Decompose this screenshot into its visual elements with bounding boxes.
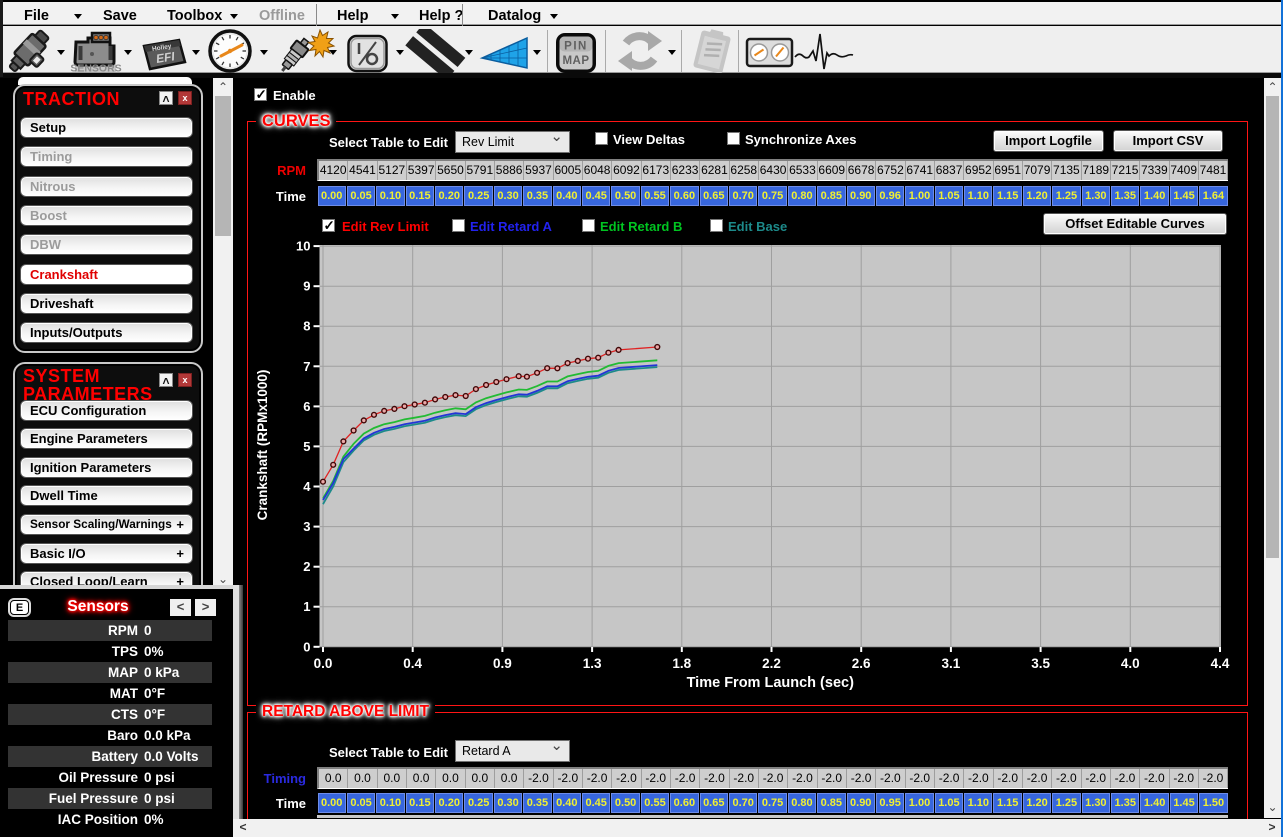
svg-text:PIN: PIN bbox=[564, 41, 588, 53]
svg-text:6: 6 bbox=[303, 399, 310, 414]
svg-text:9: 9 bbox=[303, 279, 310, 294]
svg-text:2.6: 2.6 bbox=[852, 656, 871, 671]
svg-text:0: 0 bbox=[303, 639, 310, 654]
svg-text:EFI: EFI bbox=[155, 49, 176, 66]
svg-text:1.8: 1.8 bbox=[672, 656, 691, 671]
svg-text:4: 4 bbox=[303, 479, 311, 494]
svg-text:1: 1 bbox=[303, 599, 310, 614]
svg-text:4.0: 4.0 bbox=[1121, 656, 1140, 671]
svg-text:0.9: 0.9 bbox=[493, 656, 512, 671]
svg-text:MAP: MAP bbox=[562, 55, 589, 67]
svg-text:3: 3 bbox=[303, 519, 310, 534]
svg-text:2.2: 2.2 bbox=[762, 656, 781, 671]
svg-text:3.5: 3.5 bbox=[1031, 656, 1050, 671]
svg-text:Crankshaft (RPMx1000): Crankshaft (RPMx1000) bbox=[255, 370, 270, 521]
svg-text:7: 7 bbox=[303, 359, 310, 374]
svg-text:8: 8 bbox=[303, 319, 310, 334]
svg-text:10: 10 bbox=[296, 239, 310, 254]
svg-text:4.4: 4.4 bbox=[1211, 656, 1230, 671]
svg-text:2: 2 bbox=[303, 559, 310, 574]
svg-text:0.4: 0.4 bbox=[403, 656, 422, 671]
svg-text:3.1: 3.1 bbox=[942, 656, 961, 671]
svg-text:1.3: 1.3 bbox=[583, 656, 602, 671]
svg-text:5: 5 bbox=[303, 439, 310, 454]
svg-text:0.0: 0.0 bbox=[314, 656, 333, 671]
svg-text:Time From Launch (sec): Time From Launch (sec) bbox=[687, 675, 854, 691]
